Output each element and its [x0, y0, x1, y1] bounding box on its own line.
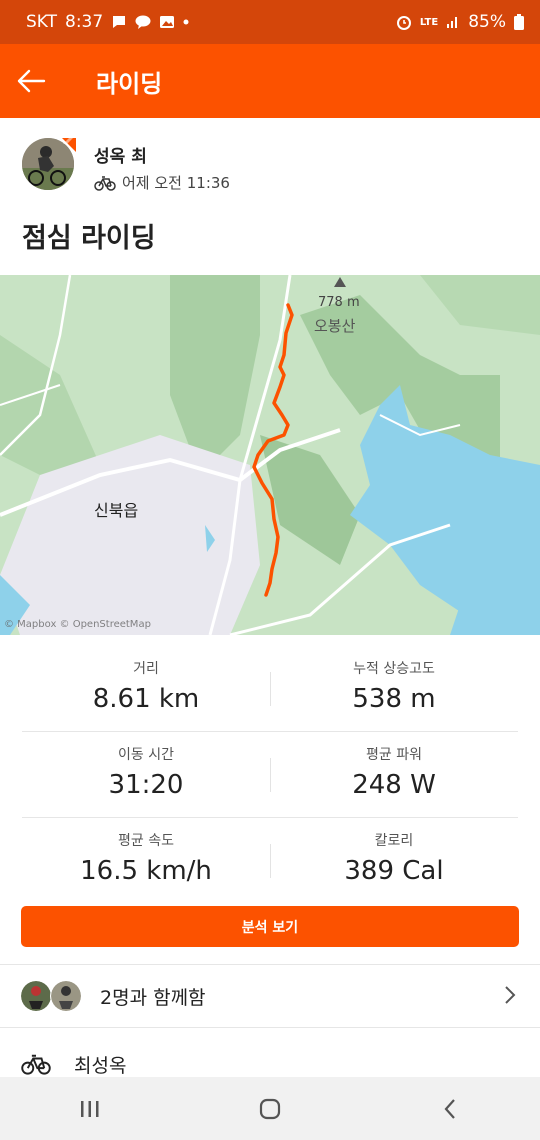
battery-icon — [514, 14, 524, 30]
stat-label: 칼로리 — [374, 833, 414, 849]
network-label: LTE — [419, 16, 439, 28]
activity-date: 어제 오전 11:36 — [122, 174, 230, 192]
subscriber-badge-icon — [62, 138, 76, 152]
map-attribution: © Mapbox © OpenStreetMap — [4, 619, 151, 630]
carrier-label: SKT — [26, 12, 58, 32]
home-button[interactable] — [240, 1089, 300, 1129]
app-bar: 라이딩 — [0, 44, 540, 118]
avatar — [50, 980, 82, 1012]
stat-row: 이동 시간 31:20 평균 파워 248 W — [22, 732, 518, 818]
clock: 8:37 — [65, 12, 104, 32]
system-nav-bar — [0, 1077, 540, 1140]
stat-label: 평균 속도 — [118, 833, 174, 849]
recents-icon — [81, 1100, 99, 1117]
stat-distance: 거리 8.61 km — [22, 646, 270, 714]
back-chevron-icon — [444, 1098, 455, 1119]
page-title: 라이딩 — [96, 69, 163, 98]
signal-icon — [447, 17, 458, 28]
dot-icon — [183, 19, 189, 25]
status-bar: SKT 8:37 LTE 85% — [0, 0, 540, 44]
peak-name: 오봉산 — [314, 317, 356, 335]
stat-value: 8.61 km — [92, 684, 200, 714]
stat-label: 이동 시간 — [118, 747, 174, 763]
stat-label: 누적 상승고도 — [353, 661, 435, 677]
route-map[interactable]: 778 m 오봉산 신북읍 © Mapbox © OpenStreetMap — [0, 275, 540, 635]
athlete-name[interactable]: 성옥 최 — [94, 142, 147, 167]
battery-label: 85% — [468, 12, 506, 32]
alarm-icon — [396, 16, 411, 30]
map-canvas — [0, 275, 540, 635]
group-avatars — [20, 980, 90, 1012]
town-label: 신북읍 — [94, 501, 139, 520]
stats-grid: 거리 8.61 km 누적 상승고도 538 m 이동 시간 31:20 평균 … — [22, 646, 518, 903]
stat-value: 31:20 — [108, 770, 184, 800]
back-nav-button[interactable] — [420, 1089, 480, 1129]
divider — [0, 1027, 540, 1028]
activity-date-row: 어제 오전 11:36 — [94, 172, 230, 193]
stat-value: 248 W — [352, 770, 436, 800]
recents-button[interactable] — [60, 1089, 120, 1129]
stat-label: 평균 파워 — [366, 747, 422, 763]
home-icon — [259, 1098, 281, 1119]
peak-elevation: 778 m — [318, 295, 360, 310]
stat-row: 평균 속도 16.5 km/h 칼로리 389 Cal — [22, 818, 518, 903]
message-icon — [113, 16, 126, 28]
stat-value: 538 m — [352, 684, 436, 714]
back-arrow-icon — [17, 69, 46, 93]
stat-value: 389 Cal — [344, 856, 444, 886]
stat-moving-time: 이동 시간 31:20 — [22, 732, 270, 800]
athlete-row-name: 최성옥 — [74, 1054, 127, 1077]
gallery-icon — [160, 16, 175, 28]
view-analysis-button[interactable]: 분석 보기 — [21, 906, 519, 947]
stat-row: 거리 8.61 km 누적 상승고도 538 m — [22, 646, 518, 732]
avatar — [20, 980, 52, 1012]
group-text: 2명과 함께함 — [100, 986, 206, 1009]
stat-avg-power: 평균 파워 248 W — [270, 732, 518, 800]
stat-elevation-gain: 누적 상승고도 538 m — [270, 646, 518, 714]
bike-icon — [94, 175, 116, 191]
group-activity-row[interactable]: 2명과 함께함 — [0, 965, 540, 1027]
stat-label: 거리 — [133, 661, 159, 677]
activity-title: 점심 라이딩 — [22, 223, 156, 254]
back-button[interactable] — [16, 44, 76, 118]
chevron-right-icon — [505, 986, 516, 1004]
stat-avg-speed: 평균 속도 16.5 km/h — [22, 818, 270, 886]
talk-icon — [135, 15, 151, 29]
bike-icon — [21, 1054, 51, 1075]
stat-calories: 칼로리 389 Cal — [270, 818, 518, 886]
athlete-header: 성옥 최 어제 오전 11:36 — [22, 136, 522, 196]
athlete-row[interactable]: 최성옥 — [20, 1048, 126, 1080]
stat-value: 16.5 km/h — [80, 856, 212, 886]
